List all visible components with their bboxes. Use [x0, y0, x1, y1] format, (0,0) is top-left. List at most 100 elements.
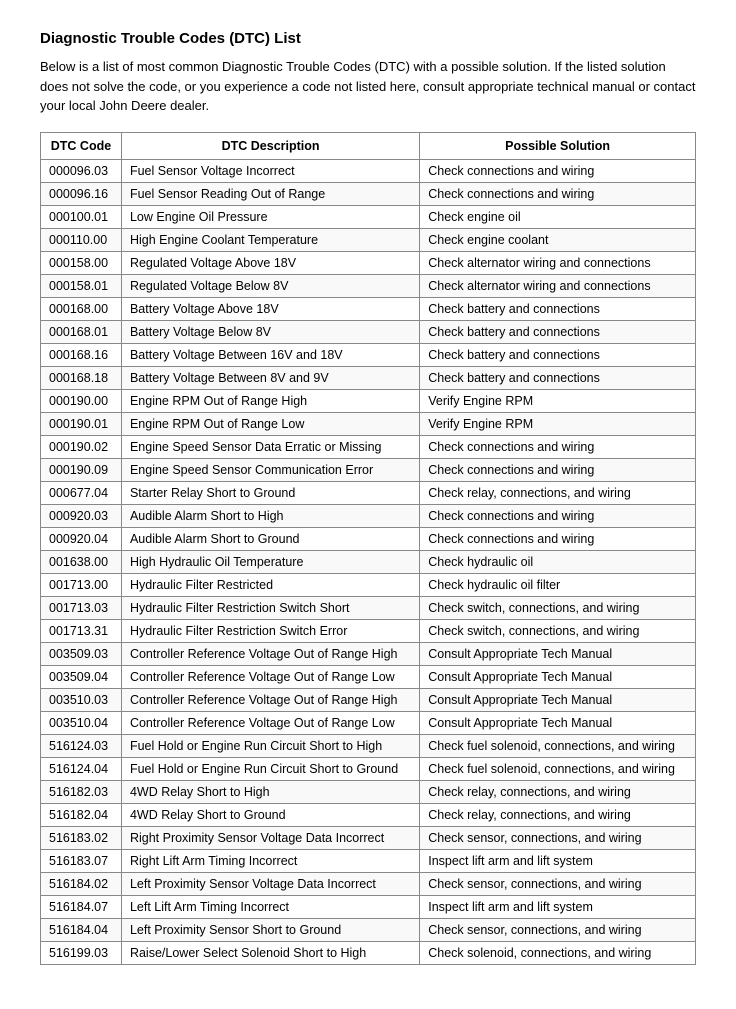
dtc-solution-cell: Check alternator wiring and connections	[420, 274, 696, 297]
dtc-description-cell: Controller Reference Voltage Out of Rang…	[121, 711, 419, 734]
table-row: 003510.03Controller Reference Voltage Ou…	[41, 688, 696, 711]
dtc-description-cell: Right Proximity Sensor Voltage Data Inco…	[121, 826, 419, 849]
dtc-code-cell: 000168.18	[41, 366, 122, 389]
dtc-code-cell: 000096.03	[41, 159, 122, 182]
dtc-description-cell: Hydraulic Filter Restriction Switch Erro…	[121, 619, 419, 642]
dtc-description-cell: Controller Reference Voltage Out of Rang…	[121, 642, 419, 665]
dtc-code-cell: 000190.09	[41, 458, 122, 481]
table-row: 516184.07Left Lift Arm Timing IncorrectI…	[41, 895, 696, 918]
intro-text: Below is a list of most common Diagnosti…	[40, 57, 696, 116]
table-row: 516124.03Fuel Hold or Engine Run Circuit…	[41, 734, 696, 757]
dtc-description-cell: 4WD Relay Short to Ground	[121, 803, 419, 826]
dtc-code-cell: 516182.03	[41, 780, 122, 803]
dtc-description-cell: Engine RPM Out of Range Low	[121, 412, 419, 435]
dtc-solution-cell: Check fuel solenoid, connections, and wi…	[420, 734, 696, 757]
dtc-code-cell: 516184.07	[41, 895, 122, 918]
dtc-description-cell: Battery Voltage Between 16V and 18V	[121, 343, 419, 366]
dtc-table: DTC Code DTC Description Possible Soluti…	[40, 132, 696, 965]
dtc-description-cell: Audible Alarm Short to High	[121, 504, 419, 527]
dtc-solution-cell: Check solenoid, connections, and wiring	[420, 941, 696, 964]
dtc-solution-cell: Consult Appropriate Tech Manual	[420, 665, 696, 688]
dtc-code-cell: 516184.02	[41, 872, 122, 895]
dtc-description-cell: Starter Relay Short to Ground	[121, 481, 419, 504]
dtc-code-cell: 000096.16	[41, 182, 122, 205]
dtc-description-cell: Engine RPM Out of Range High	[121, 389, 419, 412]
dtc-description-cell: Left Proximity Sensor Voltage Data Incor…	[121, 872, 419, 895]
table-row: 000677.04Starter Relay Short to GroundCh…	[41, 481, 696, 504]
dtc-code-cell: 000920.03	[41, 504, 122, 527]
dtc-description-cell: Low Engine Oil Pressure	[121, 205, 419, 228]
dtc-code-cell: 000677.04	[41, 481, 122, 504]
dtc-solution-cell: Check sensor, connections, and wiring	[420, 872, 696, 895]
dtc-solution-cell: Check sensor, connections, and wiring	[420, 826, 696, 849]
dtc-solution-cell: Inspect lift arm and lift system	[420, 895, 696, 918]
table-row: 000158.00Regulated Voltage Above 18VChec…	[41, 251, 696, 274]
dtc-description-cell: Regulated Voltage Above 18V	[121, 251, 419, 274]
table-row: 000190.01Engine RPM Out of Range LowVeri…	[41, 412, 696, 435]
table-row: 003509.04Controller Reference Voltage Ou…	[41, 665, 696, 688]
dtc-solution-cell: Check connections and wiring	[420, 435, 696, 458]
col-header-dtc-code: DTC Code	[41, 132, 122, 159]
dtc-description-cell: Battery Voltage Above 18V	[121, 297, 419, 320]
dtc-description-cell: Controller Reference Voltage Out of Rang…	[121, 665, 419, 688]
dtc-description-cell: Right Lift Arm Timing Incorrect	[121, 849, 419, 872]
dtc-code-cell: 000168.00	[41, 297, 122, 320]
dtc-code-cell: 000190.02	[41, 435, 122, 458]
dtc-solution-cell: Check engine oil	[420, 205, 696, 228]
table-row: 003510.04Controller Reference Voltage Ou…	[41, 711, 696, 734]
dtc-description-cell: Battery Voltage Below 8V	[121, 320, 419, 343]
col-header-description: DTC Description	[121, 132, 419, 159]
col-header-solution: Possible Solution	[420, 132, 696, 159]
table-row: 000168.18Battery Voltage Between 8V and …	[41, 366, 696, 389]
dtc-code-cell: 000190.00	[41, 389, 122, 412]
dtc-code-cell: 003509.03	[41, 642, 122, 665]
dtc-code-cell: 000920.04	[41, 527, 122, 550]
dtc-solution-cell: Check switch, connections, and wiring	[420, 596, 696, 619]
table-row: 000920.04Audible Alarm Short to GroundCh…	[41, 527, 696, 550]
dtc-description-cell: Left Proximity Sensor Short to Ground	[121, 918, 419, 941]
dtc-solution-cell: Check battery and connections	[420, 297, 696, 320]
dtc-solution-cell: Check battery and connections	[420, 343, 696, 366]
table-row: 000168.01Battery Voltage Below 8VCheck b…	[41, 320, 696, 343]
dtc-description-cell: Fuel Sensor Voltage Incorrect	[121, 159, 419, 182]
dtc-description-cell: 4WD Relay Short to High	[121, 780, 419, 803]
table-row: 000190.09Engine Speed Sensor Communicati…	[41, 458, 696, 481]
dtc-code-cell: 000190.01	[41, 412, 122, 435]
dtc-code-cell: 516183.02	[41, 826, 122, 849]
dtc-code-cell: 001638.00	[41, 550, 122, 573]
table-row: 000190.02Engine Speed Sensor Data Errati…	[41, 435, 696, 458]
dtc-code-cell: 003510.04	[41, 711, 122, 734]
table-row: 000168.16Battery Voltage Between 16V and…	[41, 343, 696, 366]
dtc-solution-cell: Check sensor, connections, and wiring	[420, 918, 696, 941]
dtc-solution-cell: Check alternator wiring and connections	[420, 251, 696, 274]
dtc-solution-cell: Check connections and wiring	[420, 458, 696, 481]
dtc-code-cell: 000100.01	[41, 205, 122, 228]
dtc-solution-cell: Consult Appropriate Tech Manual	[420, 711, 696, 734]
dtc-code-cell: 516124.04	[41, 757, 122, 780]
dtc-description-cell: Controller Reference Voltage Out of Rang…	[121, 688, 419, 711]
dtc-solution-cell: Inspect lift arm and lift system	[420, 849, 696, 872]
dtc-solution-cell: Check relay, connections, and wiring	[420, 481, 696, 504]
table-row: 516182.034WD Relay Short to HighCheck re…	[41, 780, 696, 803]
dtc-code-cell: 516183.07	[41, 849, 122, 872]
dtc-solution-cell: Check switch, connections, and wiring	[420, 619, 696, 642]
dtc-code-cell: 000110.00	[41, 228, 122, 251]
dtc-code-cell: 516124.03	[41, 734, 122, 757]
dtc-code-cell: 003509.04	[41, 665, 122, 688]
table-row: 516183.02Right Proximity Sensor Voltage …	[41, 826, 696, 849]
dtc-solution-cell: Check hydraulic oil filter	[420, 573, 696, 596]
dtc-solution-cell: Verify Engine RPM	[420, 412, 696, 435]
dtc-solution-cell: Consult Appropriate Tech Manual	[420, 688, 696, 711]
dtc-solution-cell: Check battery and connections	[420, 320, 696, 343]
table-row: 000110.00High Engine Coolant Temperature…	[41, 228, 696, 251]
dtc-code-cell: 000158.00	[41, 251, 122, 274]
dtc-code-cell: 001713.31	[41, 619, 122, 642]
dtc-code-cell: 003510.03	[41, 688, 122, 711]
dtc-solution-cell: Check connections and wiring	[420, 159, 696, 182]
table-row: 000920.03Audible Alarm Short to HighChec…	[41, 504, 696, 527]
table-row: 000158.01Regulated Voltage Below 8VCheck…	[41, 274, 696, 297]
dtc-description-cell: Engine Speed Sensor Communication Error	[121, 458, 419, 481]
table-row: 000096.03Fuel Sensor Voltage IncorrectCh…	[41, 159, 696, 182]
table-row: 000096.16Fuel Sensor Reading Out of Rang…	[41, 182, 696, 205]
table-row: 516182.044WD Relay Short to GroundCheck …	[41, 803, 696, 826]
